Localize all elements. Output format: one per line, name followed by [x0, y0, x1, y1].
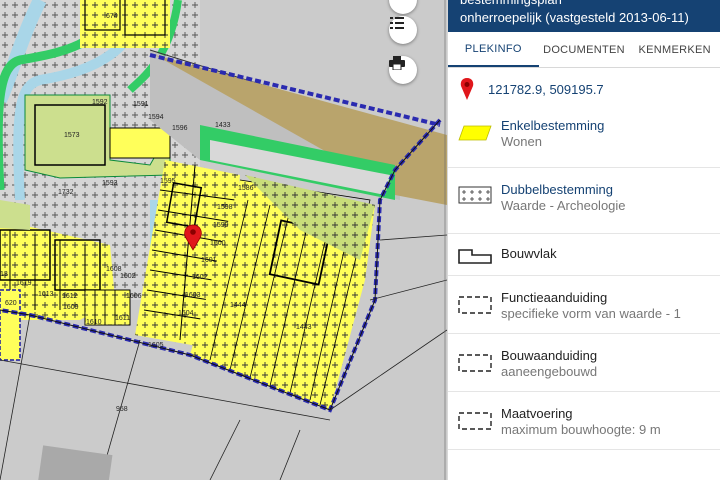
archeologie-pattern-icon [458, 186, 492, 204]
dashed-box-icon [458, 296, 492, 314]
tab-documenten[interactable]: DOCUMENTEN [539, 32, 630, 67]
list-item-functieaanduiding: Functieaanduiding specifieke vorm van wa… [448, 276, 720, 334]
parcel-number: 1592 [92, 99, 108, 106]
parcel-number: 13 [0, 271, 8, 278]
coordinates-value[interactable]: 121782.9, 509195.7 [488, 82, 604, 97]
parcel-number: 1606 [126, 293, 142, 300]
item-subtitle: aaneengebouwd [501, 364, 598, 379]
plan-type-label: bestemmingsplan [460, 0, 708, 9]
coordinates-row: 121782.9, 509195.7 [448, 68, 720, 110]
panel-header: bestemmingsplan onherroepelijk (vastgest… [448, 0, 720, 32]
parcel-number: 1609 [63, 304, 79, 311]
tab-kenmerken[interactable]: KENMERKEN [629, 32, 720, 67]
parcel-number: 1591 [133, 101, 149, 108]
parcel-number: 1601 [201, 257, 217, 264]
parcel-number: 1586 [238, 185, 254, 192]
parcel-number: 1604 [178, 310, 194, 317]
item-title: Functieaanduiding [501, 290, 608, 305]
wonen-swatch-icon [458, 125, 492, 141]
item-title: Bouwvlak [501, 246, 557, 261]
location-pin-icon [460, 78, 474, 100]
dashed-box-icon [458, 412, 492, 430]
map-view[interactable]: 674 1592 1591 1594 1596 1433 1573 1593 1… [0, 0, 447, 480]
list-item-maatvoering: Maatvoering maximum bouwhoogte: 9 m [448, 392, 720, 450]
parcel-number: 1599 [213, 222, 229, 229]
parcel-number: 1595 [160, 178, 176, 185]
item-title: Maatvoering [501, 406, 573, 421]
parcel-number: 1603 [185, 292, 201, 299]
list-icon [390, 17, 404, 29]
parcel-number: 1433 [215, 122, 231, 129]
tab-plekinfo[interactable]: PLEKINFO [448, 32, 539, 67]
parcel-number: 1598 [217, 204, 233, 211]
print-icon [389, 56, 405, 70]
map-canvas[interactable]: 674 1592 1591 1594 1596 1433 1573 1593 1… [0, 0, 447, 480]
parcel-number: 1594 [148, 114, 164, 121]
bouwvlak-icon [458, 249, 492, 264]
parcel-number: 1605 [148, 342, 164, 349]
panel-tabs: PLEKINFO DOCUMENTEN KENMERKEN [448, 32, 720, 68]
parcel-number: 1610 [86, 319, 102, 326]
item-subtitle: specifieke vorm van waarde - 1 [501, 306, 681, 321]
parcel-number: 1596 [172, 125, 188, 132]
dashed-box-icon [458, 354, 492, 372]
item-subtitle: Waarde - Archeologie [501, 198, 626, 213]
parcel-number: 1611 [115, 315, 130, 322]
parcel-number: 1600 [210, 240, 226, 247]
parcel-number: 620 [5, 300, 17, 307]
parcel-number: 1613 [38, 291, 54, 298]
item-title[interactable]: Enkelbestemming [501, 118, 604, 134]
item-subtitle: maximum bouwhoogte: 9 m [501, 422, 661, 437]
item-title[interactable]: Dubbelbestemming [501, 182, 626, 198]
parcel-number: 1444 [230, 302, 246, 309]
item-title: Bouwaanduiding [501, 348, 598, 363]
parcel-number: 1573 [64, 132, 80, 139]
parcel-number: 674 [106, 13, 118, 20]
plan-status-label: onherroepelijk (vastgesteld 2013-06-11) [460, 10, 689, 25]
parcel-number: 1602 [120, 273, 136, 280]
parcel-number: 1619 [16, 280, 32, 287]
list-item-enkelbestemming: Enkelbestemming Wonen [448, 110, 720, 168]
parcel-number: 1608 [106, 266, 122, 273]
parcel-number: 1612 [62, 293, 78, 300]
list-item-bouwaanduiding: Bouwaanduiding aaneengebouwd [448, 334, 720, 392]
list-item-bouwvlak: Bouwvlak [448, 234, 720, 276]
print-button[interactable] [389, 56, 417, 84]
parcel-number: 1443 [296, 324, 312, 331]
parcel-number: 1732 [58, 189, 74, 196]
item-subtitle: Wonen [501, 134, 542, 149]
parcel-number: 1593 [102, 180, 118, 187]
info-panel: bestemmingsplan onherroepelijk (vastgest… [447, 0, 720, 480]
parcel-number: 1602 [192, 274, 208, 281]
list-item-dubbelbestemming: Dubbelbestemming Waarde - Archeologie [448, 168, 720, 234]
parcel-number: 958 [116, 406, 128, 413]
legend-toggle-button[interactable] [389, 16, 417, 44]
